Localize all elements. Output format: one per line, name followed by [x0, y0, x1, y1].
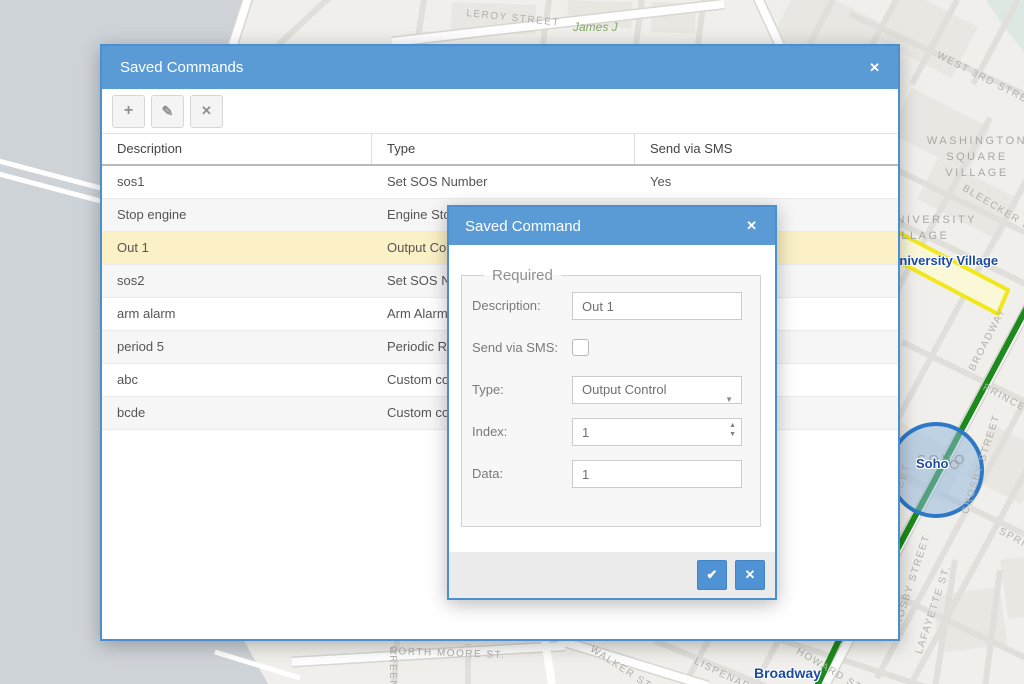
required-fieldset: Required Description: Send via SMS: Type…: [461, 267, 761, 527]
cell-description: Out 1: [102, 232, 372, 264]
map-label-university-village-poi: University Village: [890, 253, 998, 268]
form-footer: ✔ ✕: [449, 552, 775, 598]
saved-commands-titlebar: Saved Commands ✕: [102, 46, 898, 89]
type-select[interactable]: Output Control ▼: [572, 376, 742, 404]
column-header-sms[interactable]: Send via SMS: [635, 134, 898, 164]
pencil-icon: ✎: [162, 103, 174, 120]
stepper-arrows[interactable]: ▲ ▼: [729, 422, 736, 439]
table-header: Description Type Send via SMS: [102, 134, 898, 166]
cell-description: bcde: [102, 397, 372, 429]
data-field[interactable]: [572, 460, 742, 488]
cell-description: sos1: [102, 166, 372, 198]
poi-marker-icon: [950, 460, 959, 469]
description-label: Description:: [472, 292, 572, 320]
close-icon[interactable]: ✕: [742, 216, 761, 236]
map-label-broadway-poi: Broadway: [754, 665, 821, 681]
map-label-soho-poi: Soho: [916, 456, 949, 471]
chevron-down-icon: ▼: [725, 387, 733, 413]
saved-command-dialog: Saved Command ✕ Required Description: Se…: [447, 205, 777, 600]
map-label-james-park: James J: [573, 20, 618, 34]
close-icon[interactable]: ✕: [865, 58, 884, 78]
cell-description: arm alarm: [102, 298, 372, 330]
spin-down-icon: ▼: [729, 431, 736, 439]
cell-sms: Yes: [635, 166, 898, 198]
map-label-greenwich-street: GREENWICH ST: [387, 646, 398, 684]
index-stepper[interactable]: [572, 418, 742, 446]
cell-description: period 5: [102, 331, 372, 363]
type-label: Type:: [472, 376, 572, 404]
form-body: Required Description: Send via SMS: Type…: [449, 267, 775, 574]
x-icon: ✕: [745, 567, 756, 583]
saved-command-titlebar: Saved Command ✕: [449, 207, 775, 245]
data-label: Data:: [472, 460, 572, 488]
add-command-button[interactable]: +: [112, 95, 145, 128]
cell-description: sos2: [102, 265, 372, 297]
sms-checkbox[interactable]: [572, 339, 589, 356]
delete-command-button[interactable]: ✕: [190, 95, 223, 128]
index-label: Index:: [472, 418, 572, 446]
column-header-type[interactable]: Type: [372, 134, 635, 164]
cancel-button[interactable]: ✕: [735, 560, 765, 590]
type-select-value: Output Control: [582, 382, 667, 397]
table-row[interactable]: sos1 Set SOS Number Yes: [102, 166, 898, 199]
confirm-button[interactable]: ✔: [697, 560, 727, 590]
edit-command-button[interactable]: ✎: [151, 95, 184, 128]
check-icon: ✔: [707, 567, 718, 583]
fieldset-legend: Required: [484, 267, 561, 284]
commands-toolbar: + ✎ ✕: [102, 89, 898, 134]
dialog-title: Saved Commands: [120, 59, 865, 76]
spin-up-icon: ▲: [729, 422, 736, 430]
map-label-washington-square-village: WASHINGTON SQUARE VILLAGE: [922, 133, 1024, 181]
cell-description: abc: [102, 364, 372, 396]
plus-icon: +: [124, 102, 133, 120]
dialog-title: Saved Command: [465, 218, 742, 235]
map-label-university-village-area: UNIVERSITY VILLAGE: [886, 212, 996, 244]
sms-label: Send via SMS:: [472, 334, 572, 362]
cell-type: Set SOS Number: [372, 166, 635, 198]
column-header-description[interactable]: Description: [102, 134, 372, 164]
description-field[interactable]: [572, 292, 742, 320]
x-icon: ✕: [201, 103, 212, 119]
cell-description: Stop engine: [102, 199, 372, 231]
